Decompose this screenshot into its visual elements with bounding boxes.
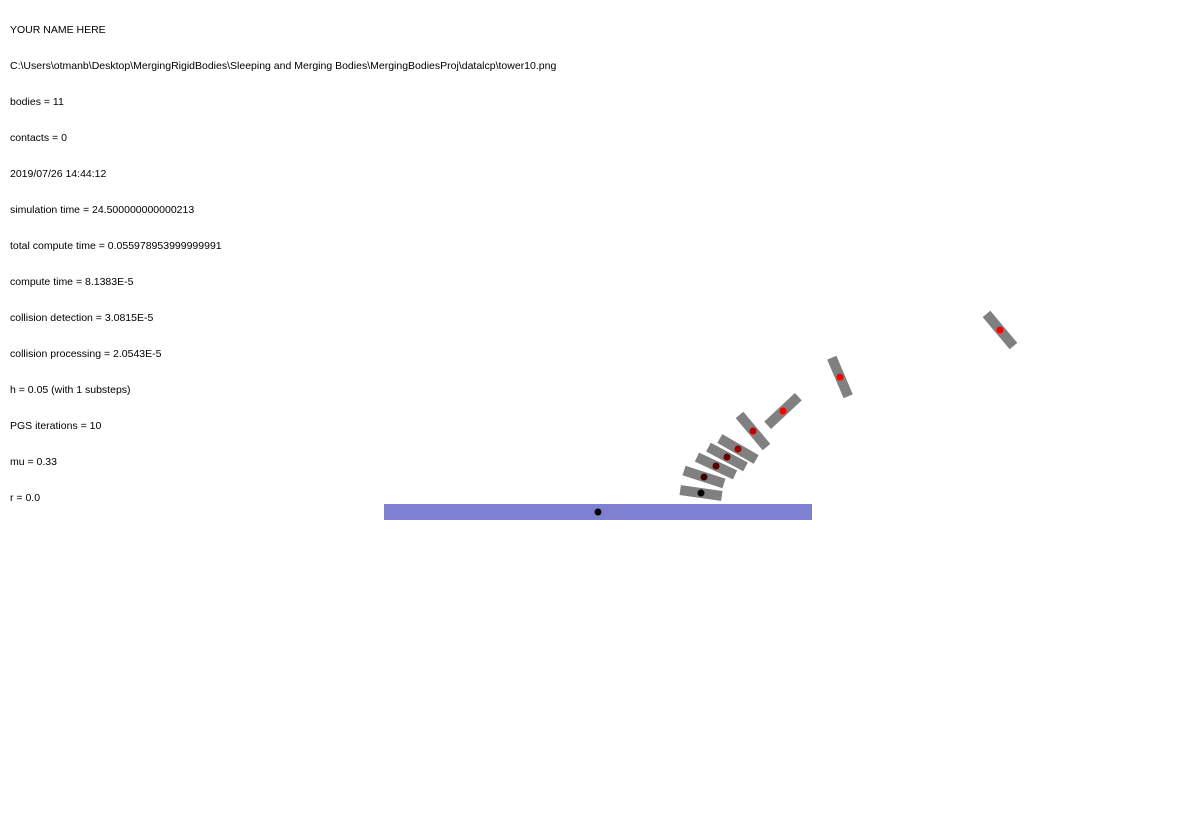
block-center-point <box>836 373 844 381</box>
simulation-canvas[interactable] <box>0 0 1196 826</box>
block-center-point <box>723 453 731 461</box>
block-center-point <box>697 489 705 497</box>
block-center-point <box>996 326 1004 334</box>
block-center-point <box>779 407 787 415</box>
block-center-point <box>749 427 757 435</box>
block-center-point <box>734 445 742 453</box>
ground-center-point <box>594 508 602 516</box>
block-center-point <box>712 462 720 470</box>
block-center-point <box>700 473 708 481</box>
